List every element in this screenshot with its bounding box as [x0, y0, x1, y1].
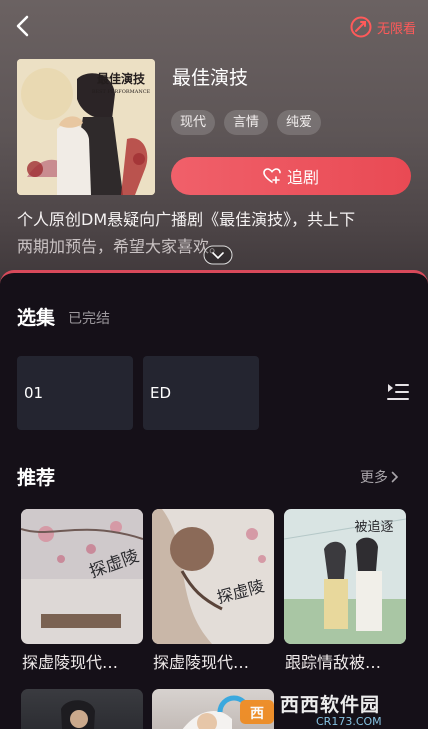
description-line: 个人原创DM悬疑向广播剧《最佳演技》，共上下: [17, 210, 356, 229]
episode-button[interactable]: ED: [143, 356, 259, 430]
episode-label: ED: [150, 384, 172, 402]
cover-subtitle-text: BEST PERFORMANCE: [92, 89, 151, 95]
recommend-cover: 被追逐: [284, 509, 406, 644]
cover-artwork: 最佳演技 BEST PERFORMANCE: [17, 59, 155, 195]
back-button[interactable]: [8, 12, 36, 40]
recommend-title: 推荐: [17, 467, 56, 489]
episode-list-icon[interactable]: [386, 381, 410, 403]
episode-button[interactable]: 01: [17, 356, 133, 430]
episode-label: 01: [24, 384, 44, 402]
more-label: 更多: [360, 470, 388, 486]
more-button[interactable]: 更多: [360, 467, 399, 487]
recommend-title[interactable]: 探虚陵现代…: [153, 649, 275, 673]
recommend-cover: 探虚陵: [21, 509, 143, 644]
tag-item[interactable]: 现代: [171, 110, 216, 135]
follow-label: 追剧: [286, 168, 319, 187]
back-arrow-icon: [16, 15, 29, 37]
recommend-cover: [61, 700, 95, 729]
recommend-card[interactable]: 探虚陵: [152, 509, 274, 644]
chevron-right-icon: [391, 471, 399, 483]
cover-title-text: 最佳演技: [97, 71, 146, 86]
drama-cover[interactable]: 最佳演技 BEST PERFORMANCE: [17, 59, 155, 195]
site-watermark: 西 西西软件园 CR173.COM: [214, 692, 416, 729]
tag-item[interactable]: 言情: [224, 110, 269, 135]
content-panel: 选集 已完结 01 ED 推荐 更多 探虚陵 探虚陵 被追逐 探虚陵现代… 探虚…: [0, 270, 428, 729]
tag-item[interactable]: 纯爱: [277, 110, 322, 135]
cover-text: 被追逐: [354, 519, 393, 535]
recommend-card[interactable]: 被追逐: [284, 509, 406, 644]
recommend-title[interactable]: 探虚陵现代…: [22, 649, 144, 673]
recommend-card[interactable]: 探虚陵: [21, 509, 143, 644]
episodes-status: 已完结: [68, 311, 110, 327]
recommend-cover: 探虚陵: [152, 509, 274, 644]
watermark-text: 西西软件园: [280, 694, 381, 717]
recommend-card[interactable]: [21, 689, 143, 729]
drama-title: 最佳演技: [172, 67, 249, 89]
episodes-title: 选集: [17, 307, 56, 329]
unlimited-label: 无限看: [376, 21, 416, 37]
watermark-logo-icon: 西: [217, 695, 274, 724]
drama-header: 无限看 最佳演技 BEST PERFORMANCE 最佳演技 现代 言情 纯爱: [0, 0, 428, 300]
chevron-down-icon: [203, 245, 233, 265]
follow-drama-button[interactable]: 追剧: [171, 157, 411, 195]
unlimited-icon: [350, 16, 372, 38]
watermark-url: CR173.COM: [316, 715, 382, 729]
recommend-title[interactable]: 跟踪情敌被…: [285, 649, 407, 673]
heart-plus-icon: [263, 168, 281, 184]
expand-description-button[interactable]: [201, 244, 235, 266]
unlimited-watch-button[interactable]: 无限看: [349, 14, 416, 40]
svg-text:西: 西: [250, 706, 264, 722]
tag-list: 现代 言情 纯爱: [171, 110, 322, 135]
